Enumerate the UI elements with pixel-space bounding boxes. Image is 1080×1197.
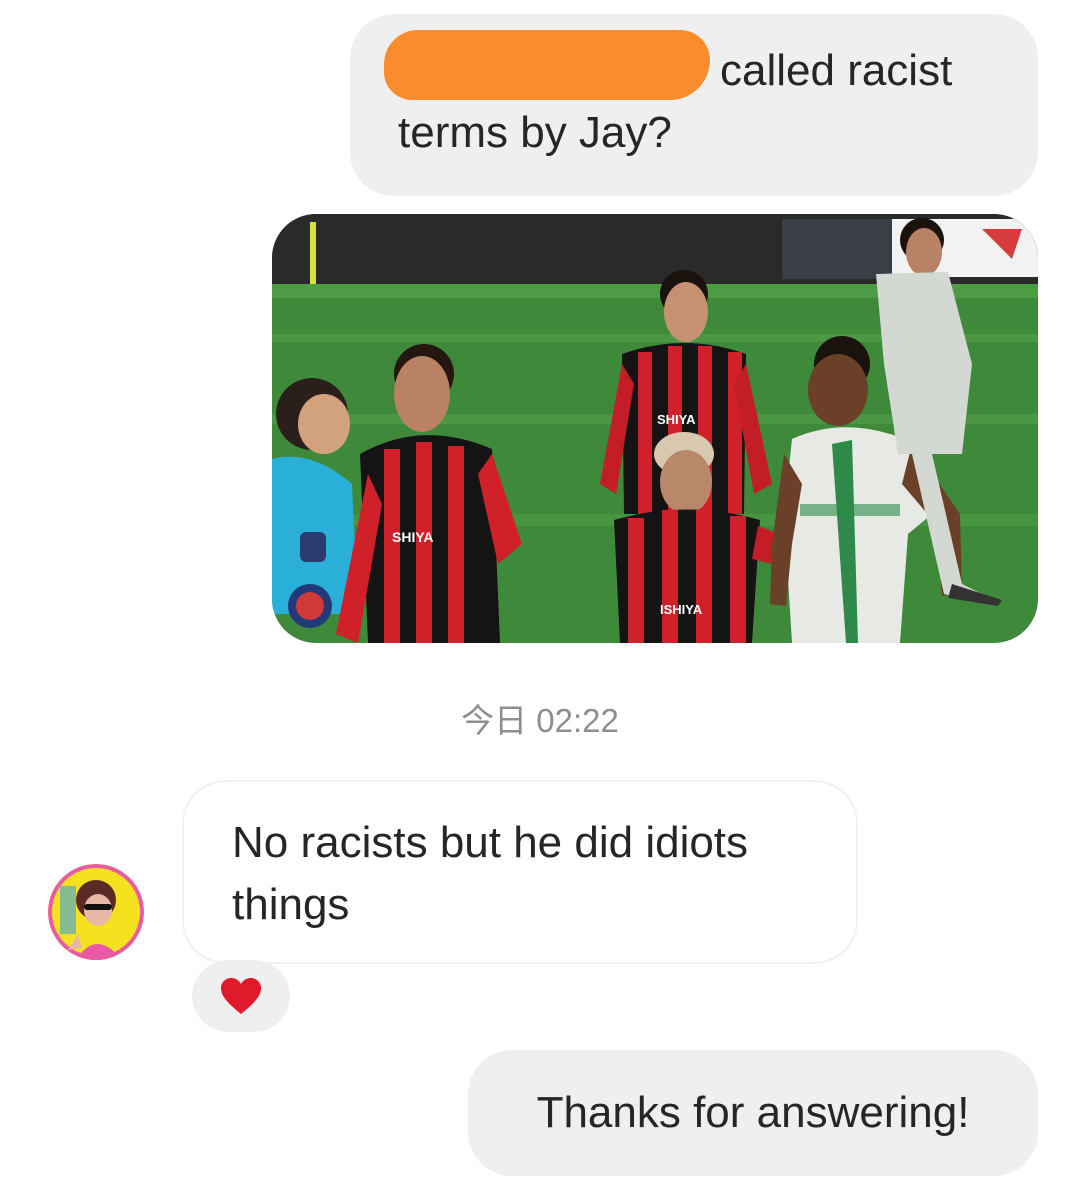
shared-photo[interactable]: SHIYA SHIYA ISHIYA	[272, 214, 1038, 643]
message-text-line: terms by Jay?	[398, 108, 672, 157]
football-match-photo: SHIYA SHIYA ISHIYA	[272, 214, 1038, 643]
avatar-illustration	[48, 864, 144, 960]
shirt-text: SHIYA	[657, 412, 696, 427]
message-text-line: things	[232, 880, 350, 929]
message-reaction[interactable]	[192, 960, 290, 1032]
dm-thread-screen: called racist terms by Jay? SHIYA SHIYA …	[0, 0, 1080, 1197]
redaction-marker	[384, 30, 710, 100]
message-text: Thanks for answering!	[536, 1088, 970, 1137]
message-timestamp: 今日 02:22	[461, 702, 619, 739]
outgoing-message-bubble[interactable]: Thanks for answering!	[468, 1050, 1038, 1176]
shirt-text: ISHIYA	[660, 602, 703, 617]
message-text-line: called racist	[720, 46, 953, 95]
heart-icon	[221, 978, 261, 1014]
contact-avatar[interactable]	[48, 864, 144, 960]
shirt-text: SHIYA	[392, 529, 434, 545]
message-text-line: No racists but he did idiots	[232, 818, 749, 867]
incoming-message-bubble[interactable]: No racists but he did idiots things	[182, 780, 858, 964]
